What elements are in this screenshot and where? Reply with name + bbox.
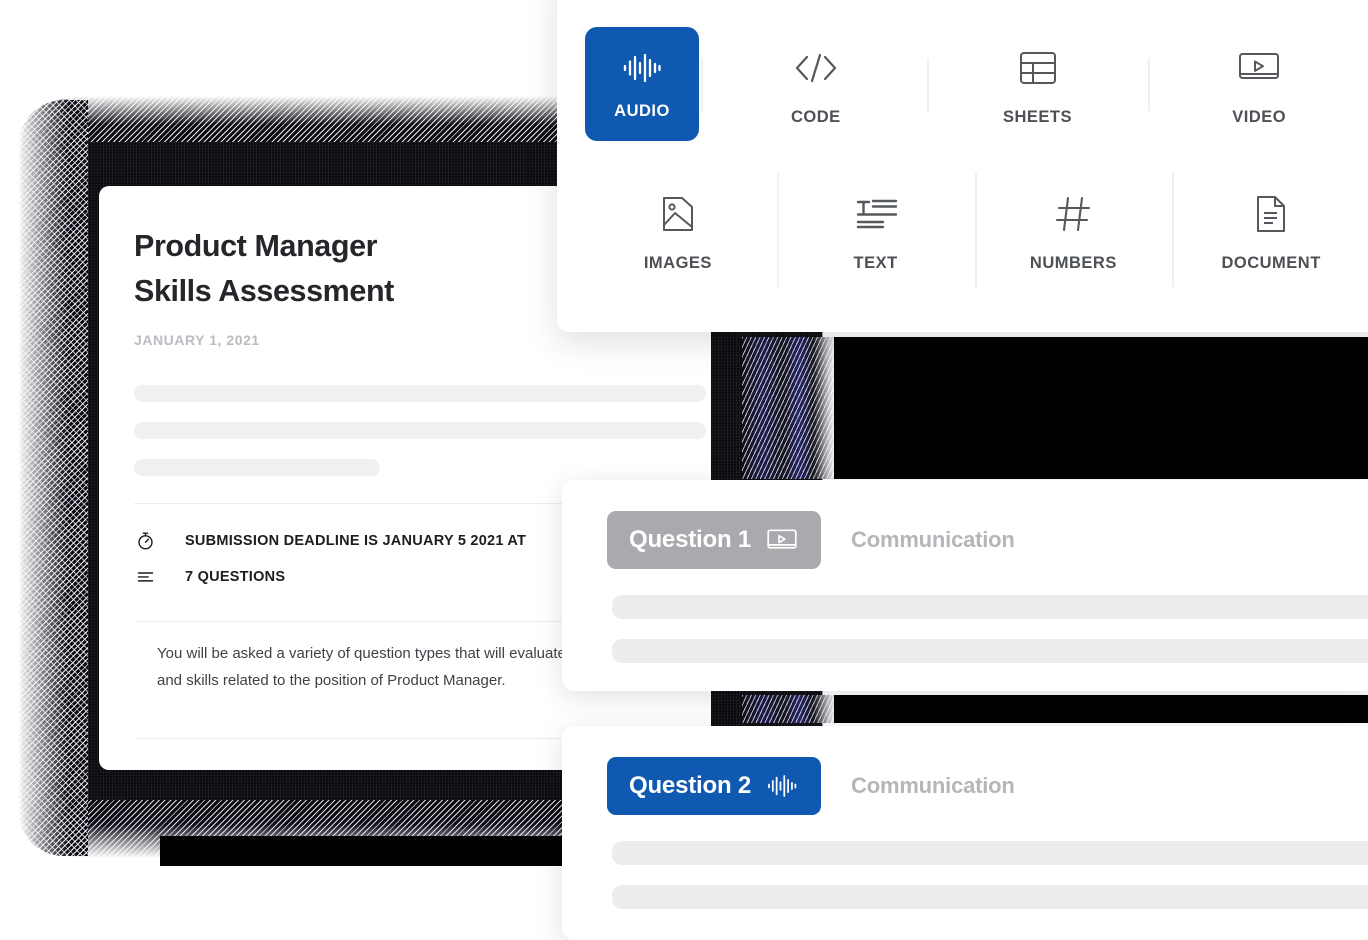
question-type-label: VIDEO (1232, 107, 1287, 126)
question-type-label: TEXT (853, 253, 898, 272)
question-topic: Communication (851, 527, 1015, 552)
hash-number-icon (1045, 188, 1101, 240)
question-type-sheets[interactable]: SHEETS (926, 42, 1149, 127)
skeleton-line (612, 639, 1368, 663)
question-type-label: CODE (791, 107, 841, 126)
question-badge-label: Question 2 (629, 772, 752, 799)
question-type-audio[interactable]: AUDIO (585, 27, 699, 141)
skeleton-line (612, 595, 1368, 619)
video-play-icon (1231, 42, 1287, 94)
screenshot-stage: Product Manager Skills Assessment JANUAR… (0, 0, 1368, 940)
skeleton-line (134, 459, 380, 476)
question-type-document[interactable]: DOCUMENT (1172, 157, 1368, 303)
black-plate-upper-right (830, 337, 1368, 479)
question-badge[interactable]: Question 2 (607, 757, 822, 815)
deadline-row: SUBMISSION DEADLINE IS JANUARY 5 2021 AT (134, 530, 526, 551)
document-page-icon (1243, 188, 1299, 240)
text-lines-icon (848, 188, 904, 240)
audio-waveform-icon (765, 772, 799, 800)
page-title: Product Manager Skills Assessment (134, 229, 394, 308)
question-type-label: NUMBERS (1029, 253, 1117, 272)
question-badge[interactable]: Question 1 (607, 511, 822, 569)
question-header: Question 1 Communication (607, 511, 1015, 569)
question-type-code[interactable]: CODE (701, 42, 927, 127)
question-type-panel: AUDIO CODE SHEETS VIDEO IMAGES TEXT NUMB… (557, 0, 1368, 332)
black-plate-lower-right (830, 695, 1368, 723)
question-count-row: 7 QUESTIONS (134, 566, 285, 587)
question-type-text[interactable]: TEXT (776, 157, 975, 303)
stopwatch-icon (134, 530, 157, 551)
skeleton-line (612, 841, 1368, 865)
skeleton-line (134, 385, 706, 402)
code-brackets-icon (788, 42, 844, 94)
question-type-label: IMAGES (643, 253, 712, 272)
skeleton-line (134, 422, 706, 439)
audio-waveform-icon (619, 48, 665, 88)
question-type-video[interactable]: VIDEO (1148, 42, 1368, 127)
list-lines-icon (134, 566, 157, 587)
question-card: Question 2 Communication (562, 726, 1368, 940)
question-topic: Communication (851, 773, 1015, 798)
question-type-label: SHEETS (1002, 107, 1073, 126)
table-grid-icon (1010, 42, 1066, 94)
black-plate-bottom-left (160, 836, 630, 866)
question-type-row-1: AUDIO CODE SHEETS VIDEO (579, 11, 1368, 157)
question-type-numbers[interactable]: NUMBERS (974, 157, 1173, 303)
question-badge-label: Question 1 (629, 526, 752, 553)
assessment-date: JANUARY 1, 2021 (134, 332, 260, 348)
question-type-label: DOCUMENT (1221, 253, 1321, 272)
question-type-row-2: IMAGES TEXT NUMBERS DOCUMENT (579, 157, 1368, 303)
image-picture-icon (650, 188, 706, 240)
deadline-text: SUBMISSION DEADLINE IS JANUARY 5 2021 AT (185, 532, 527, 549)
question-count-text: 7 QUESTIONS (185, 568, 286, 585)
question-type-images[interactable]: IMAGES (579, 157, 777, 303)
question-type-label: AUDIO (614, 101, 670, 120)
question-header: Question 2 Communication (607, 757, 1015, 815)
video-play-icon (765, 526, 799, 554)
question-card: Question 1 Communication (562, 480, 1368, 691)
skeleton-line (612, 885, 1368, 909)
dark-frame-blue-edge-left (44, 160, 49, 780)
